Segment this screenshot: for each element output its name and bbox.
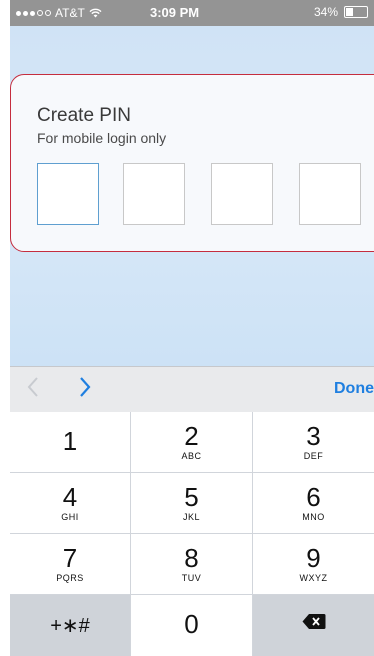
key-digit: 0 — [184, 609, 199, 639]
done-button[interactable]: Done — [334, 380, 374, 398]
numeric-keyboard: Done 1 2 ABC 3 DEF 4 GHI 5 JKL 6 MNO 7 P… — [10, 366, 374, 656]
key-9[interactable]: 9 WXYZ — [253, 534, 374, 594]
key-digit: 7 — [62, 543, 78, 573]
key-digit: 8 — [184, 543, 199, 573]
key-5[interactable]: 5 JKL — [131, 473, 252, 533]
key-digit: 5 — [184, 482, 199, 512]
key-8[interactable]: 8 TUV — [131, 534, 252, 594]
key-4[interactable]: 4 GHI — [10, 473, 130, 533]
wifi-icon — [89, 8, 102, 18]
key-letters: WXYZ — [299, 573, 328, 583]
key-letters: PQRS — [56, 573, 84, 583]
key-letters: JKL — [182, 512, 200, 522]
key-6[interactable]: 6 MNO — [253, 473, 374, 533]
key-1[interactable]: 1 — [10, 412, 130, 472]
app-screen: AT&T 3:09 PM 34% Create PIN For mobile l… — [10, 0, 374, 656]
pin-digit-box-1[interactable] — [37, 163, 99, 225]
carrier-label: AT&T — [55, 6, 85, 20]
pin-subtitle: For mobile login only — [37, 130, 167, 146]
keypad-grid: 1 2 ABC 3 DEF 4 GHI 5 JKL 6 MNO 7 PQRS 8… — [10, 412, 374, 656]
key-letters: DEF — [303, 451, 324, 461]
pin-digit-box-4[interactable] — [299, 163, 361, 225]
key-7[interactable]: 7 PQRS — [10, 534, 130, 594]
pin-digit-box-2[interactable] — [123, 163, 185, 225]
key-3[interactable]: 3 DEF — [253, 412, 374, 472]
status-bar: AT&T 3:09 PM 34% — [10, 0, 374, 26]
key-digit: 2 — [184, 421, 199, 451]
key-2[interactable]: 2 ABC — [131, 412, 252, 472]
backspace-icon — [302, 613, 326, 635]
key-letters: TUV — [181, 573, 202, 583]
key-digit: 9 — [306, 543, 321, 573]
status-time: 3:09 PM — [150, 5, 200, 20]
chevron-left-icon[interactable] — [26, 376, 40, 405]
symbols-label: +∗# — [50, 615, 90, 637]
battery-icon — [344, 6, 368, 18]
key-digit: 1 — [62, 426, 78, 456]
carrier-info: AT&T — [16, 6, 102, 20]
key-digit: 6 — [306, 482, 321, 512]
symbols-key[interactable]: +∗# — [10, 595, 130, 656]
pin-title: Create PIN — [37, 105, 131, 126]
key-letters: GHI — [61, 512, 79, 522]
create-pin-card: Create PIN For mobile login only — [10, 74, 374, 252]
signal-strength-icon — [16, 10, 51, 16]
key-digit: 3 — [306, 421, 321, 451]
keyboard-accessory-bar: Done — [10, 366, 374, 412]
chevron-right-icon[interactable] — [78, 376, 92, 405]
key-0[interactable]: 0 — [131, 595, 252, 656]
key-letters: MNO — [302, 512, 325, 522]
pin-digit-box-3[interactable] — [211, 163, 273, 225]
battery-percent: 34% — [313, 5, 338, 19]
battery-info: 34% — [314, 5, 368, 19]
key-letters: ABC — [181, 451, 202, 461]
key-digit: 4 — [62, 482, 78, 512]
delete-key[interactable] — [253, 595, 374, 656]
